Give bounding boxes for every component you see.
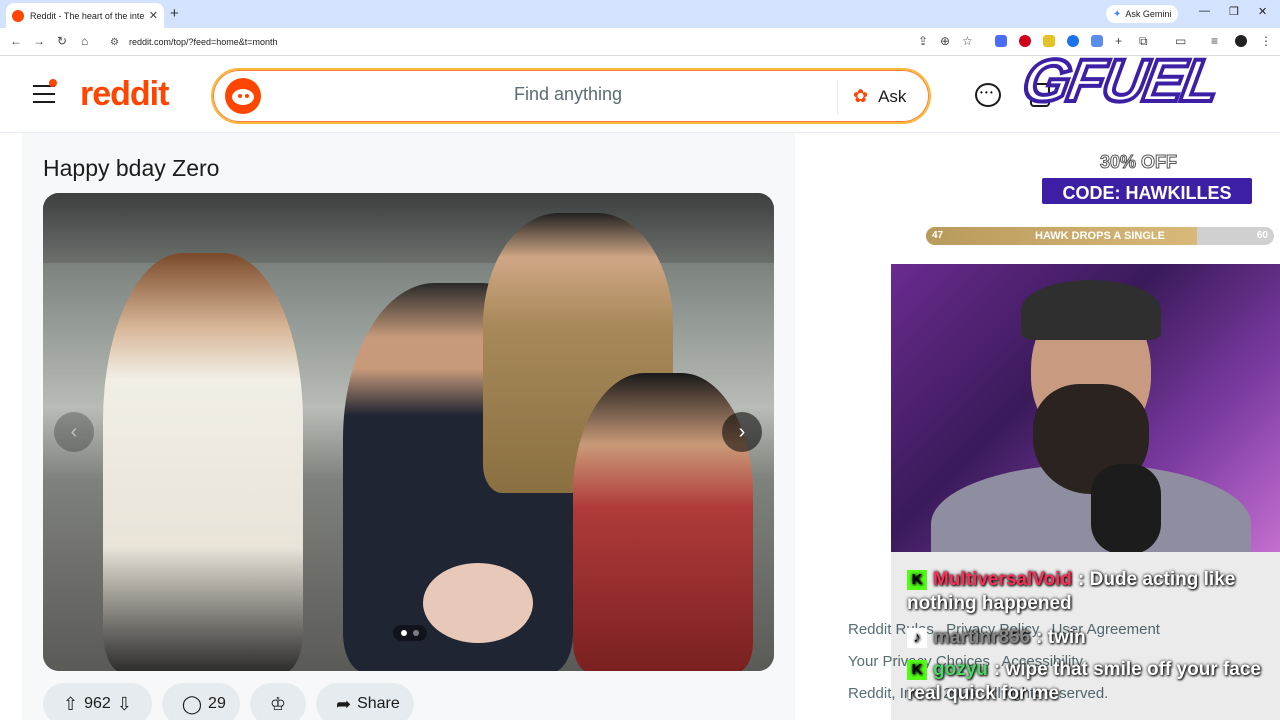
chat-text: : twin [1036,627,1086,648]
address-bar[interactable]: ⚙ reddit.com/top/?feed=home&t=month [104,31,984,53]
home-icon[interactable]: ⌂ [81,34,88,48]
chat-message: ♪ martinr856: twin [907,626,1267,650]
comment-count: 29 [208,695,226,712]
screen: Reddit - The heart of the internet ✕ + ✦… [0,0,1280,720]
ask-button[interactable]: ✿ Ask [853,86,906,107]
vote-count: 962 [84,695,111,712]
reload-icon[interactable]: ↻ [57,34,67,48]
stream-goal-bar: HAWK DROPS A SINGLE 47 60 [926,227,1274,245]
award-ribbon-icon: ♔ [269,693,286,714]
gfuel-logo: GFUEL [1016,45,1225,116]
share-button[interactable]: ➦ Share [315,683,414,720]
ask-label: Ask [878,86,907,106]
close-window-icon[interactable]: ✕ [1258,5,1267,18]
chat-username: gozyu [933,659,988,680]
carousel-dot[interactable] [401,630,407,636]
promo-code: CODE: HAWKILLES [1040,176,1254,206]
minimize-icon[interactable]: — [1199,5,1210,17]
carousel-prev-button[interactable]: ‹ [54,412,94,452]
search-input[interactable] [363,84,773,105]
post-title[interactable]: Happy bday Zero [43,155,219,182]
tab-title: Reddit - The heart of the internet [30,10,145,21]
search-bar[interactable]: ✿ Ask [211,68,931,124]
url-text: reddit.com/top/?feed=home&t=month [128,37,278,47]
discount-text: 30% OFF [1099,152,1178,173]
post-photo [43,193,774,671]
hamburger-menu-icon[interactable] [33,85,55,109]
streamer-webcam [891,264,1280,552]
ask-gemini-button[interactable]: ✦ Ask Gemini [1106,5,1179,23]
reddit-favicon-icon [12,9,24,22]
chat-username: MultiversalVoid [933,569,1073,590]
carousel-pagination [393,625,427,641]
award-button[interactable]: ♔ [249,683,306,720]
restore-icon[interactable]: ❐ [1229,5,1239,18]
close-tab-icon[interactable]: ✕ [149,9,158,22]
back-arrow-icon[interactable]: ← [10,34,22,48]
upvote-icon[interactable]: ⇧ [63,694,78,715]
site-settings-icon[interactable]: ⚙ [110,37,119,48]
reddit-logo[interactable]: reddit [80,75,169,114]
goal-current: 47 [932,230,944,241]
browser-tab-bar: Reddit - The heart of the internet ✕ + ✦… [0,0,1280,28]
chat-username: martinr856 [933,627,1031,648]
notification-dot [49,79,57,87]
chat-message: Kgozyu: wipe that smile off your face re… [907,658,1267,706]
chat-icon[interactable] [975,83,1001,107]
kick-badge-icon: K [907,570,927,590]
extension-icon[interactable] [995,35,1007,47]
carousel-dot[interactable] [413,630,419,636]
share-arrow-icon: ➦ [335,693,352,714]
bookmark-star-icon[interactable]: ☆ [962,34,973,48]
search-divider [837,80,838,114]
gfuel-sponsor-overlay: GFUEL 30% OFF CODE: HAWKILLES [1016,45,1260,214]
forward-arrow-icon[interactable]: → [33,34,45,48]
browser-tab[interactable]: Reddit - The heart of the internet ✕ [6,3,164,28]
share-label: Share [357,695,400,712]
comment-bubble-icon: ◯ [181,693,203,714]
microphone [1091,464,1161,552]
answers-icon: ✿ [853,86,869,106]
zoom-icon[interactable]: ⊕ [940,34,950,48]
post-actions: ⇧ 962 ⇩ ◯ 29 ♔ ➦ Share [43,683,414,720]
gemini-label: Ask Gemini [1125,9,1172,19]
comments-button[interactable]: ◯ 29 [161,683,240,720]
snoo-icon [225,78,261,114]
chat-message: K MultiversalVoid: Dude acting like nothi… [907,568,1267,616]
carousel-next-button[interactable]: › [722,412,762,452]
vote-pill: ⇧ 962 ⇩ [43,683,152,720]
menu-kebab-icon[interactable]: ⋮ [1260,34,1272,48]
goal-target: 60 [1256,230,1268,241]
downvote-icon[interactable]: ⇩ [117,694,132,715]
post-image-carousel[interactable]: ‹ › [43,193,774,671]
stream-chat-overlay: K MultiversalVoid: Dude acting like nothi… [891,552,1280,720]
gemini-spark-icon: ✦ [1113,8,1122,20]
new-tab-button[interactable]: + [170,5,179,22]
tiktok-badge-icon: ♪ [907,628,927,648]
install-icon[interactable]: ⇪ [918,34,928,48]
goal-label: HAWK DROPS A SINGLE [1035,230,1165,242]
kick-badge-icon: K [907,660,927,680]
